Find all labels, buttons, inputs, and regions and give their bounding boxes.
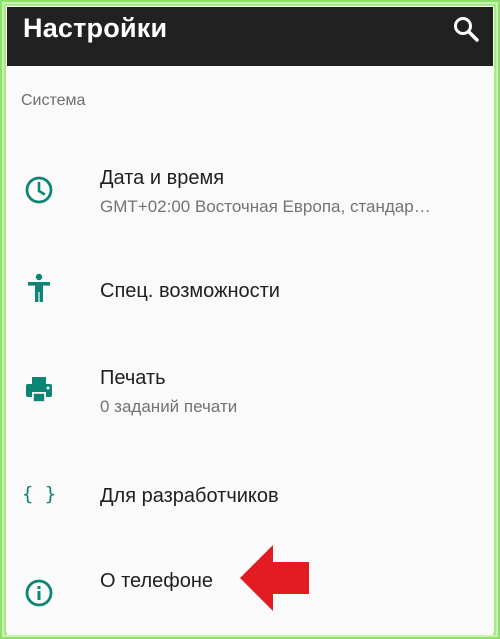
- settings-screen: Настройки Система Дата и время GMT+02:00…: [7, 7, 493, 635]
- red-arrow-icon: [240, 545, 309, 611]
